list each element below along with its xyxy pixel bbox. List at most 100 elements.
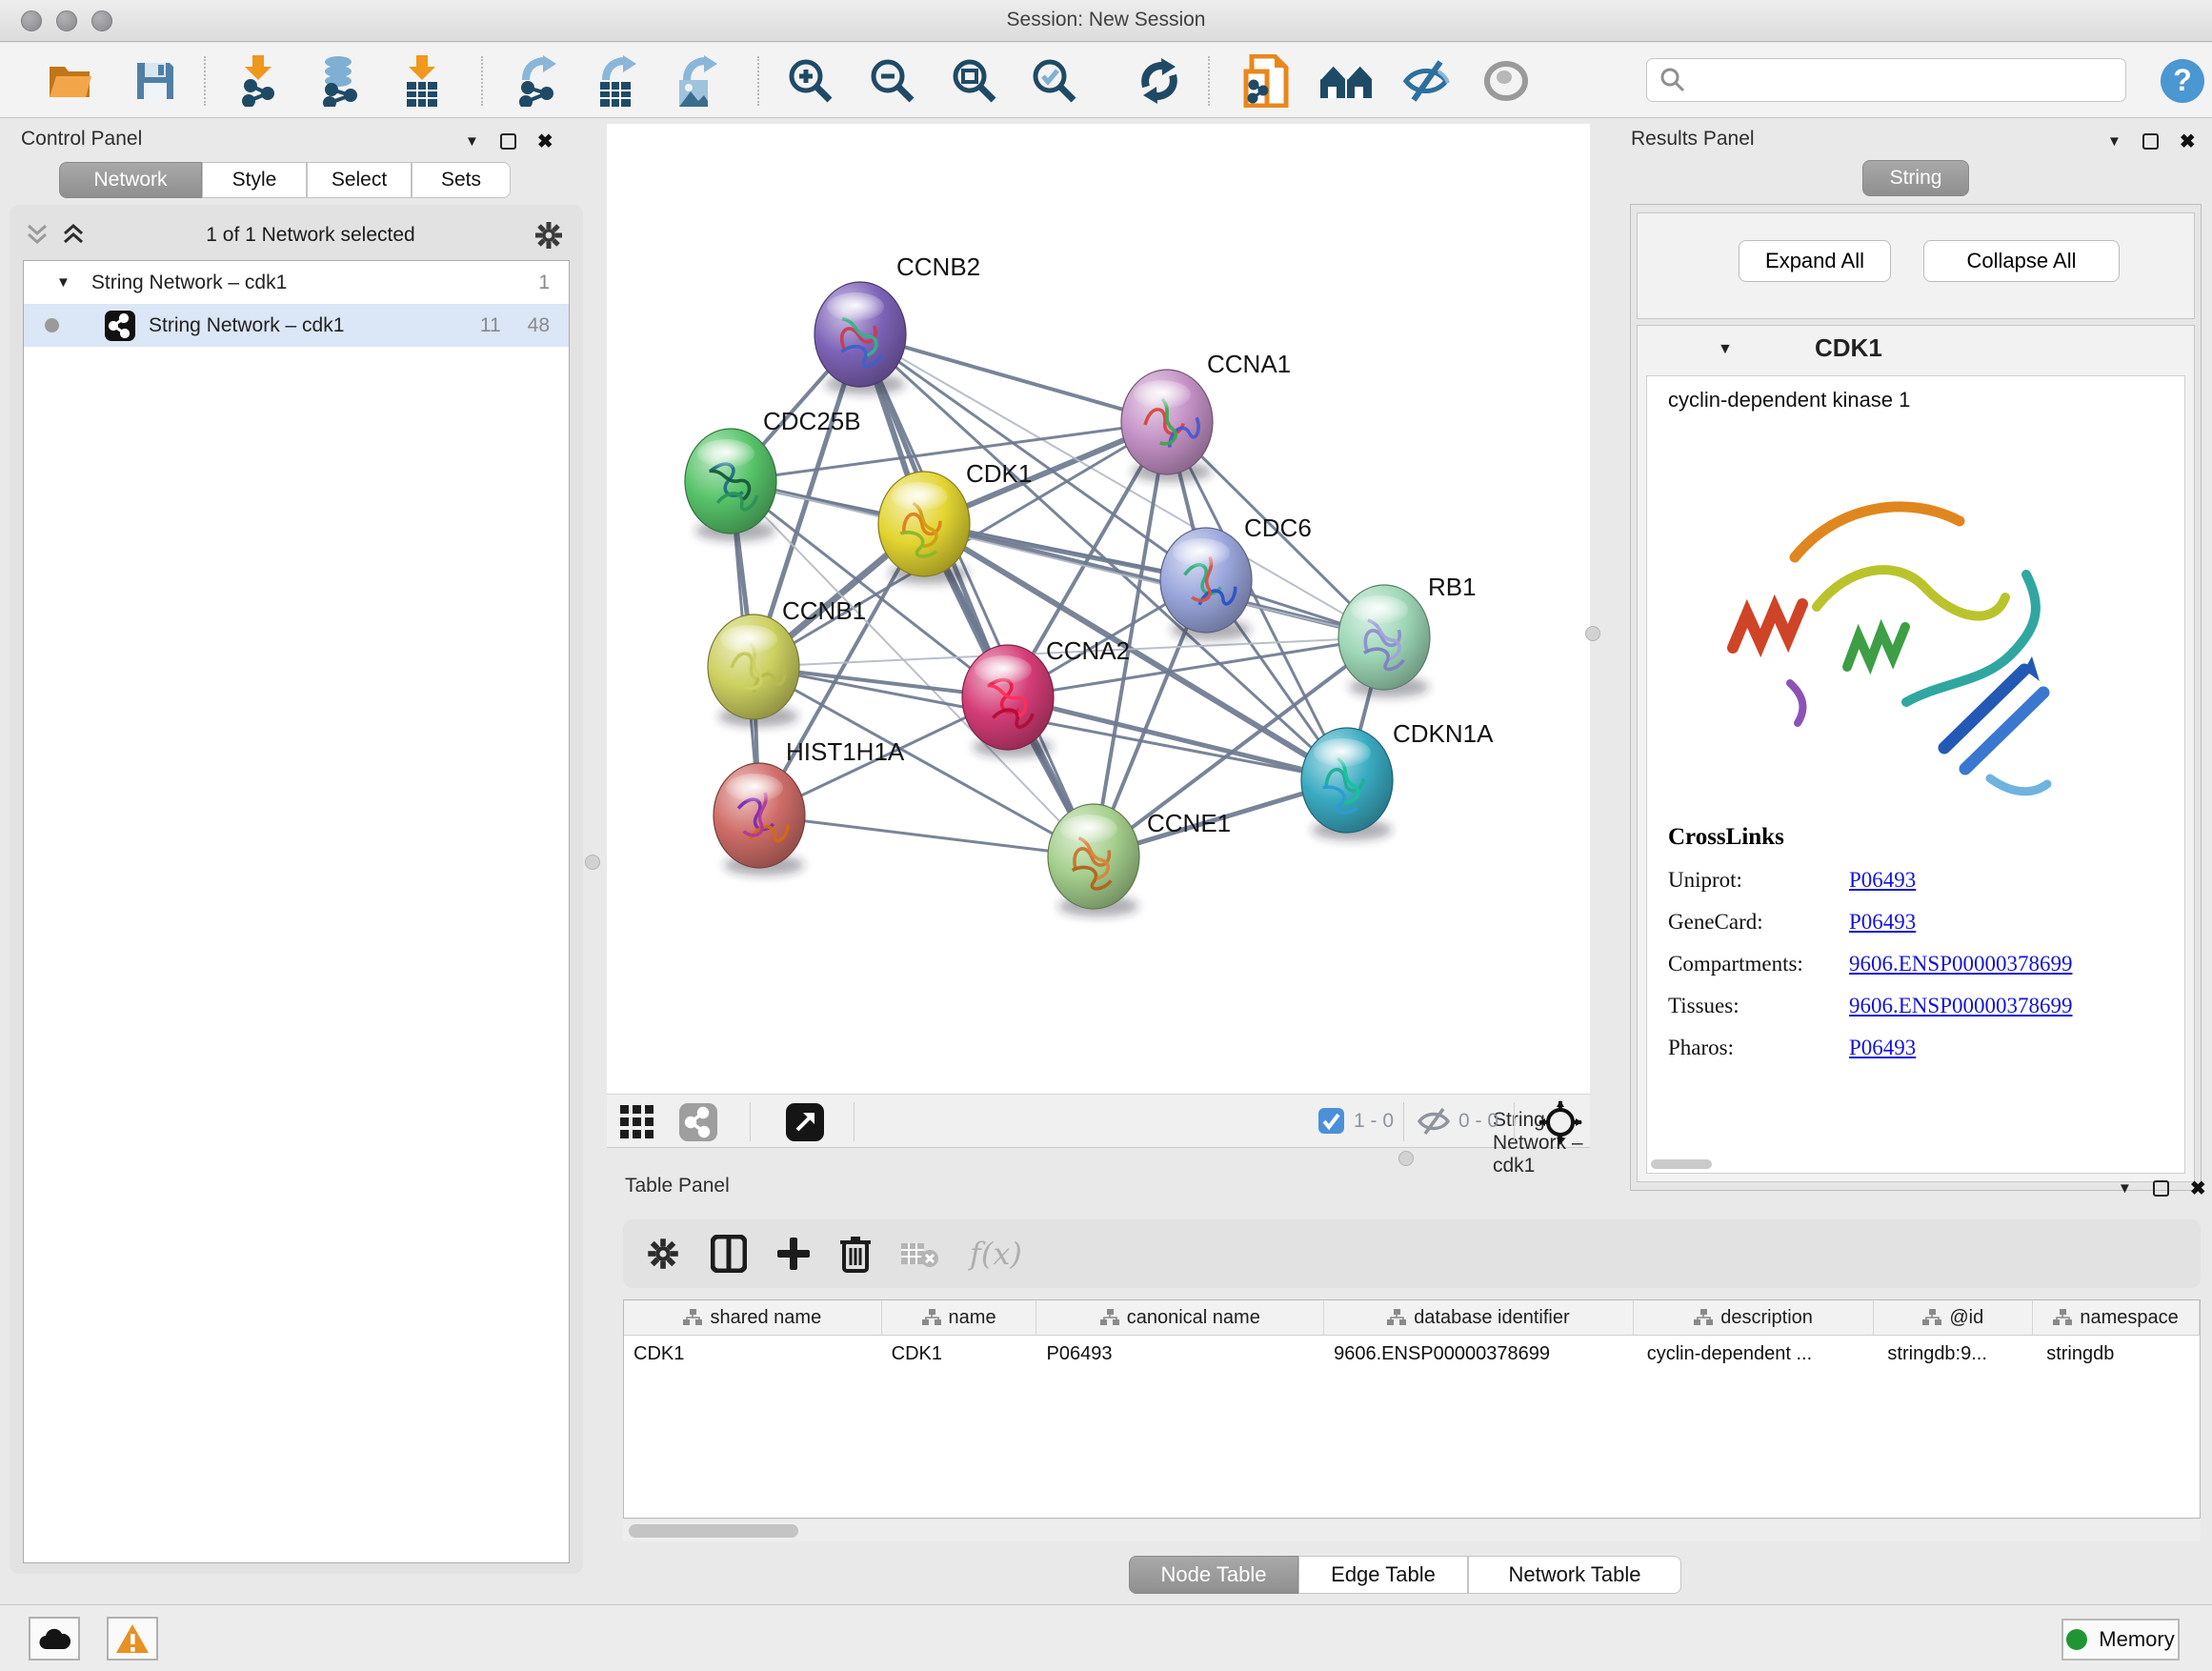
crosslink-row: Tissues:9606.ENSP00000378699 bbox=[1668, 994, 2163, 1018]
create-column-plus-icon[interactable] bbox=[777, 1238, 810, 1270]
column-header-name[interactable]: name bbox=[882, 1300, 1037, 1335]
column-header-canonical-name[interactable]: canonical name bbox=[1036, 1300, 1324, 1335]
gene-collapse-icon[interactable]: ▼ bbox=[1718, 341, 1733, 358]
network-row[interactable]: String Network – cdk1 11 48 bbox=[24, 304, 569, 347]
network-canvas[interactable]: CCNB2CCNA1CDC25BCDK1CDC6RB1CCNB1CCNA2CDK… bbox=[607, 124, 1590, 1094]
export-view-icon[interactable] bbox=[786, 1103, 824, 1146]
zoom-selected-icon[interactable] bbox=[1027, 54, 1082, 108]
table-row[interactable]: CDK1CDK1P064939606.ENSP00000378699cyclin… bbox=[624, 1336, 2200, 1372]
network-collection-row[interactable]: ▼ String Network – cdk1 1 bbox=[24, 261, 569, 304]
toolbar-separator bbox=[1208, 56, 1210, 106]
bottom-splitter-handle[interactable] bbox=[1398, 1151, 1414, 1166]
column-header-description[interactable]: description bbox=[1634, 1300, 1875, 1335]
tree-expander-icon[interactable]: ▼ bbox=[56, 274, 70, 291]
node-CCNA2[interactable] bbox=[962, 645, 1054, 757]
zoom-in-icon[interactable] bbox=[783, 54, 838, 108]
hidden-eye-icon[interactable] bbox=[1417, 1107, 1451, 1140]
cloud-status-button[interactable] bbox=[29, 1617, 80, 1661]
tab-network[interactable]: Network bbox=[59, 162, 202, 198]
edge-HIST1H1A-CCNE1[interactable] bbox=[759, 815, 1094, 856]
open-session-icon[interactable] bbox=[42, 54, 97, 108]
show-columns-icon[interactable] bbox=[711, 1235, 747, 1273]
expand-all-button[interactable]: Expand All bbox=[1739, 240, 1891, 282]
control-panel-close-icon[interactable]: ✖ bbox=[537, 130, 553, 153]
right-splitter-handle[interactable] bbox=[1585, 626, 1600, 641]
column-header-shared-name[interactable]: shared name bbox=[624, 1300, 882, 1335]
import-string-network-icon[interactable] bbox=[1238, 54, 1294, 108]
table-hscrollbar-thumb[interactable] bbox=[629, 1524, 798, 1538]
results-panel-collapse-icon[interactable]: ▼ bbox=[2107, 133, 2122, 150]
node-CCNE1[interactable] bbox=[1048, 804, 1139, 916]
node-CCNA1[interactable] bbox=[1121, 370, 1213, 482]
share-network-icon[interactable] bbox=[679, 1103, 717, 1146]
tab-network-table[interactable]: Network Table bbox=[1468, 1556, 1681, 1594]
save-session-icon[interactable] bbox=[128, 54, 183, 108]
delete-column-trash-icon[interactable] bbox=[840, 1235, 871, 1273]
tab-style[interactable]: Style bbox=[202, 162, 307, 198]
show-all-eye-icon[interactable] bbox=[1478, 54, 1534, 108]
expand-all-tree-icon[interactable] bbox=[59, 222, 88, 249]
node-CCNB2[interactable] bbox=[814, 282, 906, 394]
node-label-CDKN1A: CDKN1A bbox=[1393, 719, 1494, 748]
control-panel-float-icon[interactable] bbox=[500, 133, 516, 150]
node-label-RB1: RB1 bbox=[1428, 573, 1477, 601]
export-network-icon[interactable] bbox=[511, 54, 566, 108]
toolbar-separator bbox=[204, 56, 206, 106]
import-network-file-icon[interactable] bbox=[231, 54, 286, 108]
node-RB1[interactable] bbox=[1338, 585, 1430, 697]
node-CCNB1[interactable] bbox=[708, 614, 799, 727]
edge-CCNB2-CCNE1[interactable] bbox=[860, 334, 1094, 856]
search-icon bbox=[1659, 66, 1687, 94]
crosslink-row: Pharos:P06493 bbox=[1668, 1036, 2163, 1060]
crosslink-link[interactable]: 9606.ENSP00000378699 bbox=[1849, 952, 2073, 976]
crosslink-link[interactable]: P06493 bbox=[1849, 868, 1916, 893]
zoom-fit-icon[interactable] bbox=[947, 54, 1002, 108]
selected-checkbox-icon[interactable] bbox=[1318, 1108, 1344, 1138]
toolbar-separator bbox=[854, 1102, 855, 1141]
collapse-all-button[interactable]: Collapse All bbox=[1923, 240, 2120, 282]
fit-crosshair-icon[interactable] bbox=[1538, 1100, 1582, 1149]
export-image-icon[interactable] bbox=[670, 54, 725, 108]
tab-sets[interactable]: Sets bbox=[412, 162, 511, 198]
import-network-database-icon[interactable] bbox=[311, 54, 366, 108]
import-table-file-icon[interactable] bbox=[394, 54, 450, 108]
column-header-namespace[interactable]: namespace bbox=[2033, 1300, 2200, 1335]
network-options-gear-icon[interactable] bbox=[533, 220, 564, 251]
collapse-all-icon[interactable] bbox=[23, 222, 51, 249]
control-panel-collapse-icon[interactable]: ▼ bbox=[465, 133, 479, 150]
zoom-out-icon[interactable] bbox=[865, 54, 920, 108]
export-table-icon[interactable] bbox=[591, 54, 646, 108]
tab-string[interactable]: String bbox=[1862, 160, 1969, 196]
toolbar-search-field[interactable] bbox=[1646, 58, 2126, 102]
left-splitter-handle[interactable] bbox=[585, 855, 600, 870]
crosslink-link[interactable]: P06493 bbox=[1849, 1036, 1916, 1060]
tab-node-table[interactable]: Node Table bbox=[1129, 1556, 1298, 1594]
crosslink-link[interactable]: 9606.ENSP00000378699 bbox=[1849, 994, 2073, 1018]
function-builder-icon[interactable]: f(x) bbox=[970, 1236, 1022, 1272]
column-header--id[interactable]: @id bbox=[1874, 1300, 2033, 1335]
hide-selected-eye-icon[interactable] bbox=[1398, 54, 1454, 108]
delete-table-icon[interactable] bbox=[901, 1239, 939, 1268]
node-CDK1[interactable] bbox=[878, 472, 970, 584]
birdseye-grid-icon[interactable] bbox=[620, 1105, 654, 1144]
node-CDC25B[interactable] bbox=[685, 429, 776, 541]
help-icon[interactable]: ? bbox=[2155, 54, 2210, 108]
results-panel-float-icon[interactable] bbox=[2142, 133, 2159, 150]
node-CDKN1A[interactable] bbox=[1301, 728, 1393, 840]
table-options-gear-icon[interactable] bbox=[646, 1237, 680, 1271]
table-toolbar: f(x) bbox=[623, 1219, 2201, 1288]
results-panel-close-icon[interactable]: ✖ bbox=[2180, 130, 2196, 153]
crosslink-link[interactable]: P06493 bbox=[1849, 910, 1916, 935]
cybrowser-home-icon[interactable] bbox=[1318, 54, 1374, 108]
tab-edge-table[interactable]: Edge Table bbox=[1298, 1556, 1468, 1594]
table-panel-close-icon[interactable]: ✖ bbox=[2190, 1177, 2206, 1200]
table-panel-float-icon[interactable] bbox=[2153, 1180, 2169, 1197]
column-header-database-identifier[interactable]: database identifier bbox=[1324, 1300, 1634, 1335]
memory-button[interactable]: Memory bbox=[2061, 1619, 2180, 1661]
apply-layout-icon[interactable] bbox=[1132, 54, 1187, 108]
table-panel-collapse-icon[interactable]: ▼ bbox=[2118, 1180, 2132, 1197]
node-HIST1H1A[interactable] bbox=[714, 763, 805, 876]
tab-select[interactable]: Select bbox=[307, 162, 412, 198]
warnings-button[interactable] bbox=[107, 1617, 158, 1661]
node-label-CCNA2: CCNA2 bbox=[1046, 636, 1130, 665]
